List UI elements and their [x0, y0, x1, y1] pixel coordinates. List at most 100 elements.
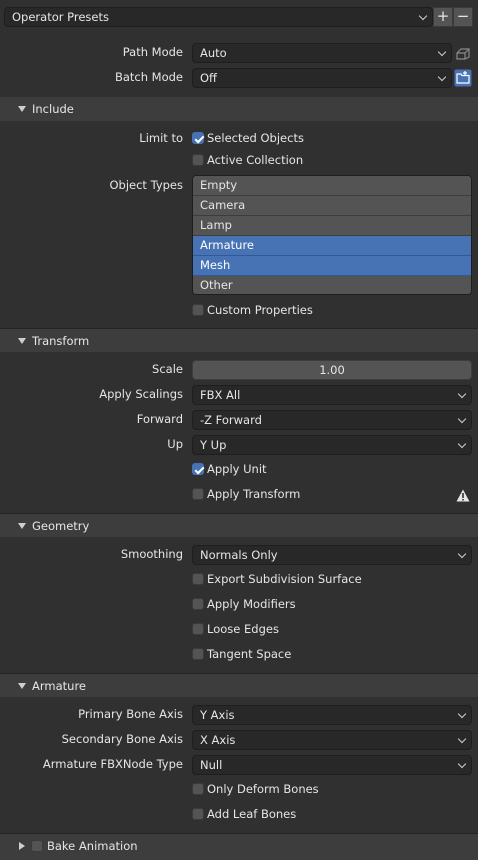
- object-type-other[interactable]: Other: [193, 276, 471, 294]
- add-leaf-bones-checkbox[interactable]: Add Leaf Bones: [192, 802, 296, 827]
- chevron-down-icon: [457, 414, 467, 424]
- chevron-down-icon: [457, 759, 467, 769]
- secondary-bone-axis-value: X Axis: [200, 733, 236, 747]
- chevron-down-icon: [418, 11, 428, 21]
- export-subdivision-checkbox[interactable]: Export Subdivision Surface: [192, 567, 362, 592]
- batch-mode-label: Batch Mode: [114, 70, 183, 84]
- geometry-section-header[interactable]: Geometry: [0, 513, 478, 537]
- disclosure-triangle-icon: [18, 338, 26, 344]
- custom-properties-label: Custom Properties: [207, 303, 313, 317]
- checkbox-unchecked-icon: [192, 783, 204, 795]
- armature-node-type-label: Armature FBXNode Type: [42, 757, 183, 771]
- object-type-armature[interactable]: Armature: [193, 236, 471, 256]
- up-value: Y Up: [200, 438, 227, 452]
- warning-icon: [456, 489, 470, 502]
- up-label: Up: [167, 437, 183, 451]
- checkbox-unchecked-icon: [192, 808, 204, 820]
- chevron-down-icon: [457, 439, 467, 449]
- apply-modifiers-row: Apply Modifiers: [0, 592, 478, 617]
- bake-animation-checkbox[interactable]: [31, 840, 43, 852]
- batch-mode-dropdown[interactable]: Off: [192, 68, 452, 88]
- smoothing-row: Smoothing Normals Only: [0, 542, 478, 567]
- checkbox-checked-icon: [192, 132, 204, 144]
- armature-node-type-dropdown[interactable]: Null: [192, 755, 472, 775]
- checkbox-unchecked-icon: [192, 648, 204, 660]
- object-types-list: Empty Camera Lamp Armature Mesh Other: [192, 175, 472, 295]
- transform-section-header[interactable]: Transform: [0, 328, 478, 352]
- secondary-bone-axis-dropdown[interactable]: X Axis: [192, 730, 472, 750]
- custom-properties-row: Custom Properties: [0, 298, 478, 323]
- primary-bone-axis-dropdown[interactable]: Y Axis: [192, 705, 472, 725]
- active-collection-label: Active Collection: [207, 153, 304, 167]
- armature-node-type-row: Armature FBXNode Type Null: [0, 752, 478, 777]
- include-section-title: Include: [32, 102, 74, 116]
- scale-field[interactable]: 1.00: [192, 360, 472, 380]
- smoothing-label: Smoothing: [120, 547, 183, 561]
- include-section-header[interactable]: Include: [0, 97, 478, 121]
- checkbox-unchecked-icon: [192, 488, 204, 500]
- forward-row: Forward -Z Forward: [0, 407, 478, 432]
- active-collection-checkbox[interactable]: Active Collection: [192, 148, 303, 173]
- apply-transform-checkbox[interactable]: Apply Transform: [192, 482, 300, 507]
- custom-properties-checkbox[interactable]: Custom Properties: [192, 298, 313, 323]
- apply-scalings-dropdown[interactable]: FBX All: [192, 385, 472, 405]
- object-types-label: Object Types: [109, 178, 183, 192]
- object-type-lamp[interactable]: Lamp: [193, 216, 471, 236]
- apply-unit-checkbox[interactable]: Apply Unit: [192, 457, 267, 482]
- path-mode-value: Auto: [200, 46, 227, 60]
- geometry-section-title: Geometry: [32, 519, 90, 533]
- apply-scalings-row: Apply Scalings FBX All: [0, 382, 478, 407]
- batch-own-dir-icon[interactable]: [454, 69, 472, 87]
- embed-textures-icon[interactable]: [454, 45, 472, 63]
- tangent-space-label: Tangent Space: [207, 647, 292, 661]
- path-mode-dropdown[interactable]: Auto: [192, 43, 452, 63]
- disclosure-triangle-icon: [18, 106, 26, 112]
- object-type-mesh[interactable]: Mesh: [193, 256, 471, 276]
- scale-row: Scale 1.00: [0, 357, 478, 382]
- apply-unit-row: Apply Unit: [0, 457, 478, 482]
- checkbox-unchecked-icon: [192, 304, 204, 316]
- apply-scalings-label: Apply Scalings: [99, 387, 183, 401]
- batch-mode-value: Off: [200, 71, 217, 85]
- bake-animation-section-header[interactable]: Bake Animation: [0, 833, 478, 860]
- tangent-space-row: Tangent Space: [0, 642, 478, 667]
- chevron-down-icon: [457, 389, 467, 399]
- bake-animation-title: Bake Animation: [47, 839, 138, 853]
- chevron-down-icon: [457, 734, 467, 744]
- operator-presets-dropdown[interactable]: Operator Presets: [4, 7, 433, 27]
- chevron-down-icon: [457, 549, 467, 559]
- disclosure-triangle-collapsed-icon: [19, 842, 25, 850]
- object-type-empty[interactable]: Empty: [193, 176, 471, 196]
- only-deform-bones-checkbox[interactable]: Only Deform Bones: [192, 777, 319, 802]
- primary-bone-axis-value: Y Axis: [200, 708, 235, 722]
- remove-preset-button[interactable]: −: [453, 7, 473, 27]
- armature-section-header[interactable]: Armature: [0, 673, 478, 697]
- checkbox-unchecked-icon: [192, 598, 204, 610]
- smoothing-dropdown[interactable]: Normals Only: [192, 545, 472, 565]
- checkbox-unchecked-icon: [192, 154, 204, 166]
- apply-modifiers-label: Apply Modifiers: [207, 597, 296, 611]
- selected-objects-label: Selected Objects: [207, 131, 304, 145]
- primary-bone-axis-row: Primary Bone Axis Y Axis: [0, 702, 478, 727]
- loose-edges-checkbox[interactable]: Loose Edges: [192, 617, 279, 642]
- apply-modifiers-checkbox[interactable]: Apply Modifiers: [192, 592, 296, 617]
- apply-transform-row: Apply Transform: [0, 482, 478, 507]
- export-subdivision-label: Export Subdivision Surface: [207, 572, 362, 586]
- primary-bone-axis-label: Primary Bone Axis: [78, 707, 183, 721]
- armature-section-title: Armature: [32, 679, 86, 693]
- chevron-down-icon: [437, 47, 447, 57]
- batch-mode-row: Batch Mode Off: [0, 65, 478, 90]
- object-type-camera[interactable]: Camera: [193, 196, 471, 216]
- forward-dropdown[interactable]: -Z Forward: [192, 410, 472, 430]
- add-leaf-bones-row: Add Leaf Bones: [0, 802, 478, 827]
- forward-value: -Z Forward: [200, 413, 262, 427]
- disclosure-triangle-icon: [18, 683, 26, 689]
- only-deform-bones-label: Only Deform Bones: [207, 782, 319, 796]
- checkbox-unchecked-icon: [192, 573, 204, 585]
- checkbox-checked-icon: [192, 463, 204, 475]
- tangent-space-checkbox[interactable]: Tangent Space: [192, 642, 291, 667]
- add-preset-button[interactable]: +: [433, 7, 453, 27]
- apply-unit-label: Apply Unit: [207, 462, 267, 476]
- up-dropdown[interactable]: Y Up: [192, 435, 472, 455]
- smoothing-value: Normals Only: [200, 548, 278, 562]
